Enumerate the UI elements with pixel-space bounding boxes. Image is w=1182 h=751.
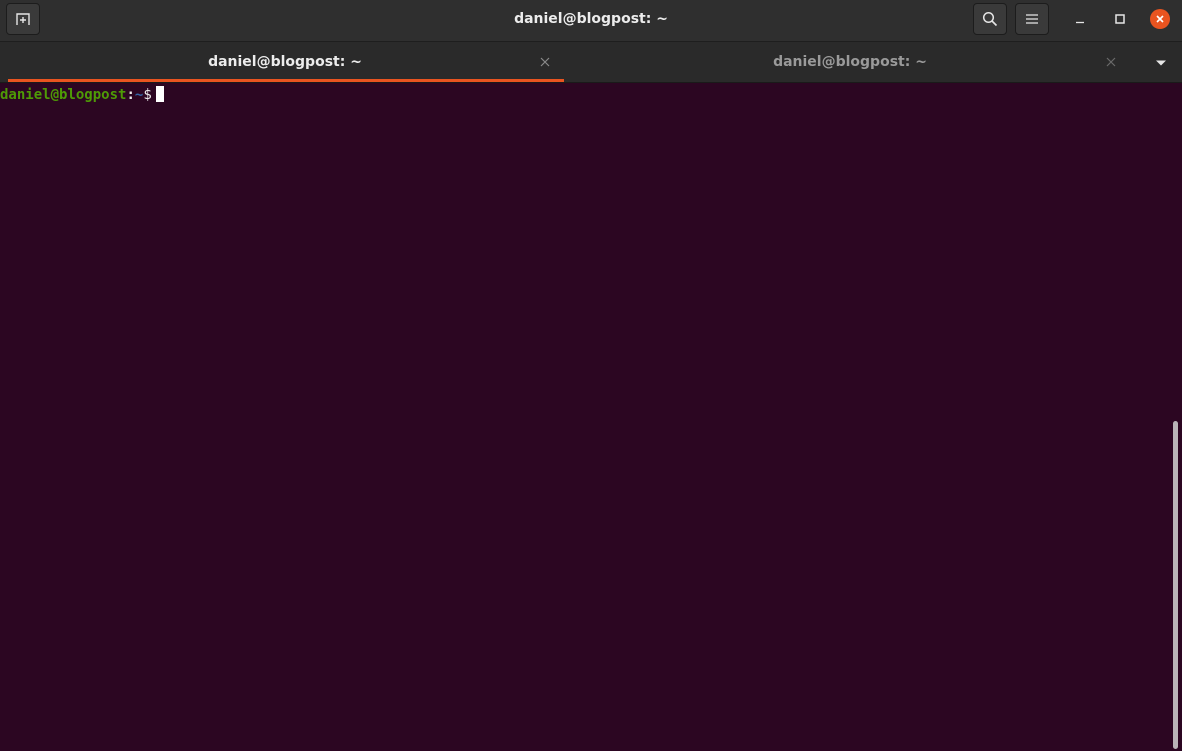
- tab-close-icon[interactable]: [1105, 56, 1117, 68]
- maximize-button[interactable]: [1110, 9, 1130, 29]
- text-cursor: [155, 86, 164, 102]
- tab-label: daniel@blogpost: ~: [208, 54, 362, 70]
- minimize-icon: [1076, 21, 1084, 24]
- tab-label: daniel@blogpost: ~: [773, 54, 927, 70]
- menu-button[interactable]: [1015, 3, 1049, 35]
- scrollbar[interactable]: [1170, 83, 1182, 751]
- chevron-down-icon: [1156, 60, 1166, 66]
- tab-terminal-2[interactable]: daniel@blogpost: ~: [572, 42, 1128, 82]
- terminal-window: daniel@blogpost: ~ daniel@blogpost: ~ da…: [0, 0, 1182, 751]
- tab-bar: daniel@blogpost: ~ daniel@blogpost: ~: [0, 42, 1182, 83]
- prompt-symbol: $: [143, 87, 152, 103]
- tab-list-dropdown-button[interactable]: [1150, 55, 1172, 71]
- scrollbar-thumb[interactable]: [1173, 421, 1178, 749]
- prompt-user-host: daniel@blogpost: [0, 87, 127, 103]
- tab-close-icon[interactable]: [539, 56, 551, 68]
- prompt-separator: :: [126, 87, 135, 103]
- new-tab-icon: [16, 13, 30, 25]
- close-icon: [1156, 15, 1164, 23]
- search-button[interactable]: [973, 3, 1007, 35]
- tab-terminal-1[interactable]: daniel@blogpost: ~: [6, 42, 564, 82]
- maximize-icon: [1115, 14, 1125, 24]
- new-tab-button[interactable]: [6, 3, 40, 35]
- hamburger-menu-icon: [1026, 14, 1038, 24]
- header-bar: daniel@blogpost: ~: [0, 0, 1182, 42]
- prompt-line: daniel@blogpost:~$: [0, 84, 164, 106]
- search-icon: [982, 11, 998, 27]
- close-window-button[interactable]: [1150, 9, 1170, 29]
- minimize-button[interactable]: [1070, 9, 1090, 29]
- terminal-output[interactable]: daniel@blogpost:~$: [0, 83, 1182, 751]
